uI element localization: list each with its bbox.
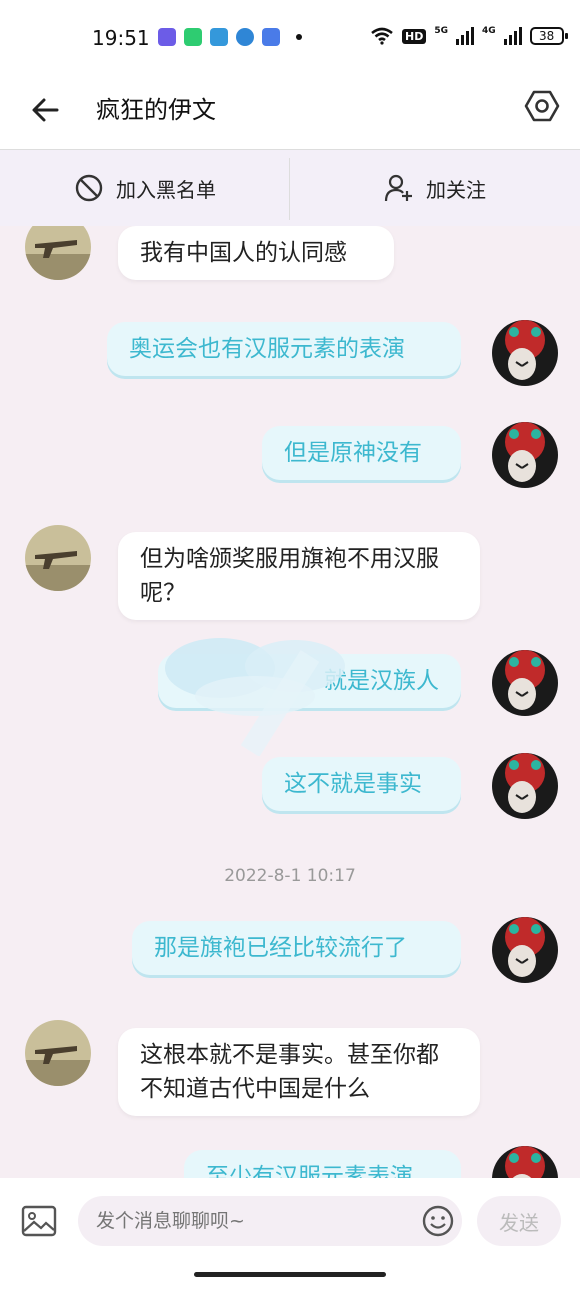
status-bar: 19:51 HD 5G 4G 38: [0, 0, 580, 78]
follow-button[interactable]: 加关注: [290, 150, 580, 226]
my-avatar[interactable]: [492, 320, 558, 386]
contact-avatar[interactable]: [25, 525, 91, 591]
contact-avatar[interactable]: [25, 1020, 91, 1086]
chat-header: 疯狂的伊文: [0, 78, 580, 150]
more-notifications-icon: [296, 34, 302, 40]
notification-app-icon: [158, 28, 176, 46]
block-icon: [75, 174, 103, 202]
notification-app-icon: [236, 28, 254, 46]
redaction-smudge: [165, 638, 345, 756]
gear-icon: [524, 90, 560, 122]
my-avatar[interactable]: [492, 422, 558, 488]
my-avatar[interactable]: [492, 650, 558, 716]
message-input[interactable]: [78, 1196, 462, 1246]
follow-label: 加关注: [426, 177, 486, 202]
status-notification-icons: [158, 28, 302, 46]
send-button[interactable]: 发送: [477, 1196, 561, 1246]
blacklist-label: 加入黑名单: [116, 177, 216, 202]
chat-app-icon: [262, 28, 280, 46]
message-timestamp: 2022-8-1 10:17: [224, 866, 356, 886]
message-app-icon: [210, 28, 228, 46]
network-type-label: 5G: [434, 26, 448, 36]
battery-icon: 38: [529, 27, 568, 45]
hd-voice-icon: HD: [402, 28, 427, 44]
my-avatar[interactable]: [492, 917, 558, 983]
action-bar: 加入黑名单 加关注: [0, 150, 580, 226]
back-button[interactable]: [26, 90, 66, 130]
status-time: 19:51: [92, 26, 150, 50]
message-bubble[interactable]: 我有中国人的认同感: [118, 226, 394, 280]
message-bubble[interactable]: 但为啥颁奖服用旗袍不用汉服呢？: [118, 532, 480, 620]
message-bubble[interactable]: 奥运会也有汉服元素的表演: [107, 322, 461, 376]
emoji-button[interactable]: [420, 1203, 456, 1239]
my-avatar[interactable]: [492, 753, 558, 819]
message-bubble[interactable]: 那是旗袍已经比较流行了: [132, 921, 461, 975]
chat-messages[interactable]: 我有中国人的认同感 奥运会也有汉服元素的表演 但是原神没有 但为啥颁奖服用旗袍不…: [0, 226, 580, 1178]
settings-button[interactable]: [522, 86, 562, 126]
signal-icon: [456, 27, 474, 45]
home-indicator[interactable]: [194, 1272, 386, 1277]
arrow-left-icon: [32, 98, 59, 122]
network-type-label: 4G: [482, 26, 496, 36]
message-bubble[interactable]: 这不就是事实: [262, 757, 461, 811]
input-bar: 发送: [0, 1178, 580, 1289]
status-indicators: HD 5G 4G 38: [370, 26, 568, 45]
phone-icon: [184, 28, 202, 46]
image-icon: [21, 1205, 57, 1237]
message-bubble[interactable]: 但是原神没有: [262, 426, 461, 480]
blacklist-button[interactable]: 加入黑名单: [0, 150, 290, 226]
page-title: 疯狂的伊文: [96, 96, 216, 124]
my-avatar[interactable]: [492, 1146, 558, 1178]
message-bubble[interactable]: 这根本就不是事实。甚至你都不知道古代中国是什么: [118, 1028, 480, 1116]
message-bubble[interactable]: 至少有汉服元素表演: [184, 1150, 461, 1178]
signal-icon: [503, 27, 522, 45]
divider: [289, 158, 290, 220]
contact-avatar[interactable]: [25, 226, 91, 280]
add-user-icon: [384, 174, 412, 202]
emoji-icon: [422, 1205, 454, 1237]
image-picker-button[interactable]: [20, 1202, 58, 1240]
wifi-icon: [371, 27, 393, 45]
